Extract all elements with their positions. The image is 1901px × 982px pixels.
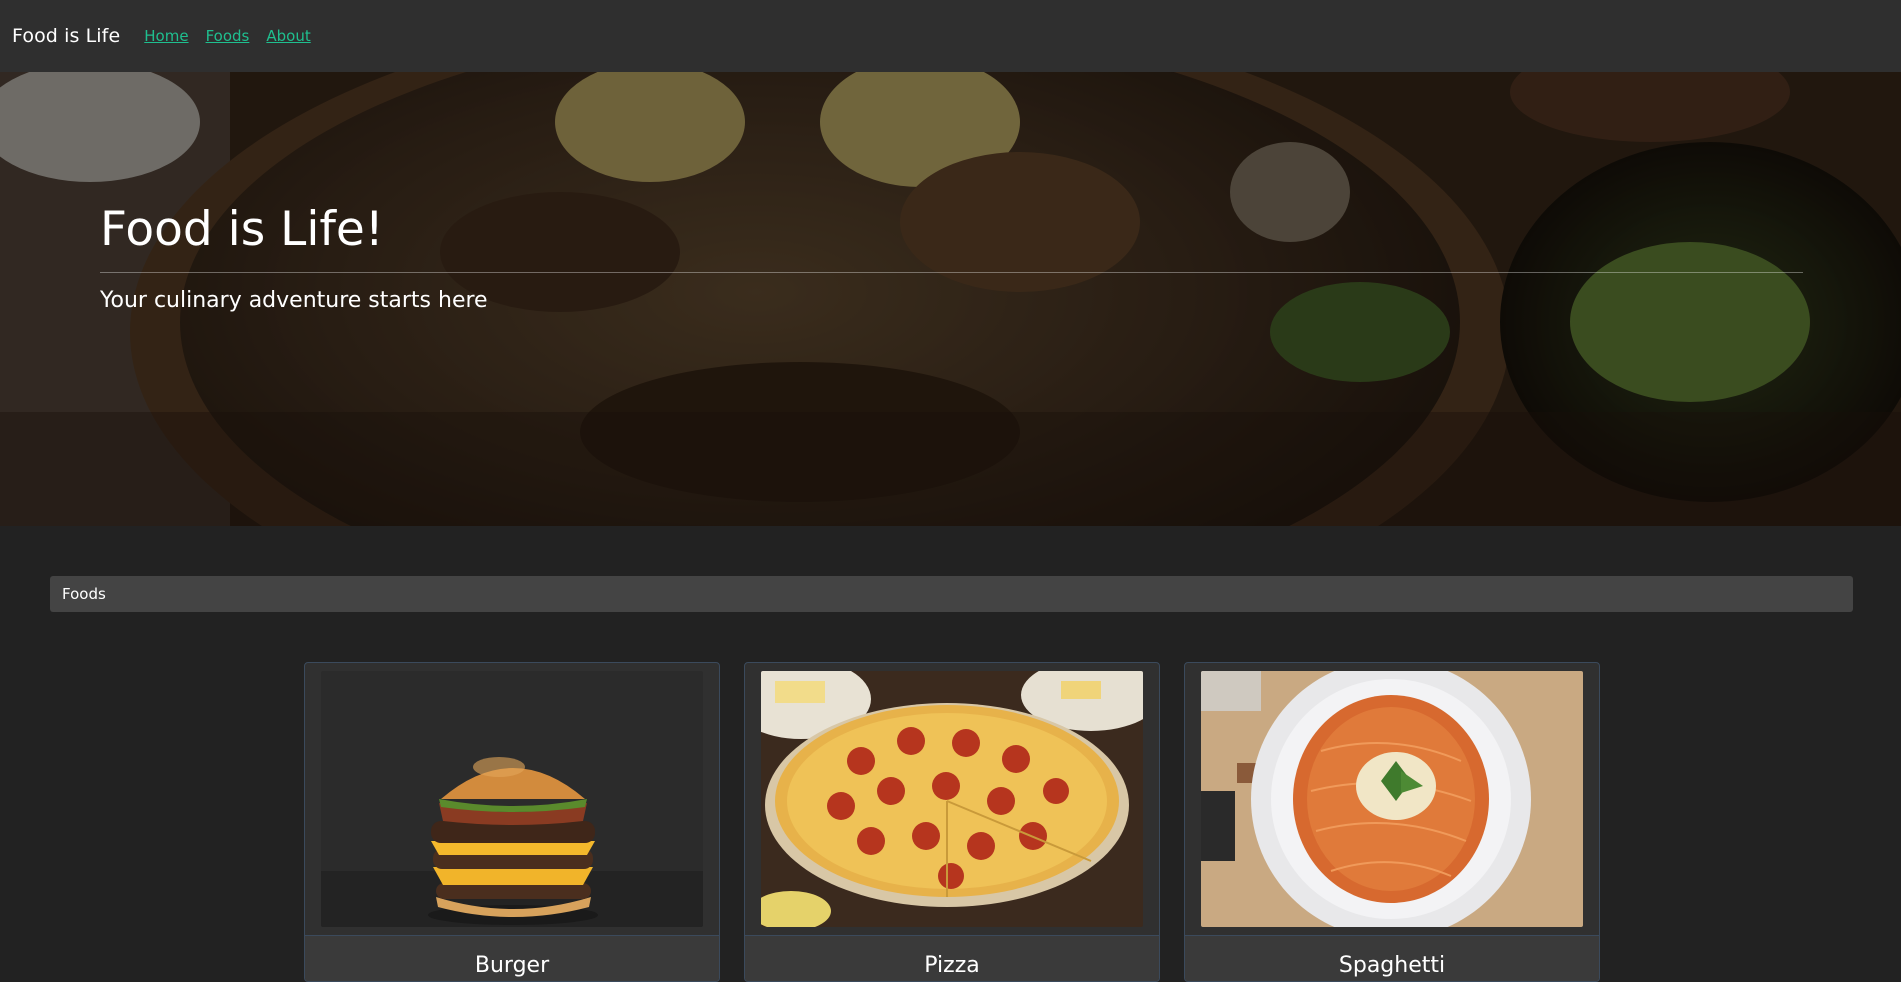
- food-card-title: Burger: [474, 953, 550, 978]
- burger-image: [321, 671, 703, 927]
- breadcrumb: Foods: [50, 576, 1853, 612]
- hero-title: Food is Life!: [100, 202, 384, 257]
- nav-links: Home Foods About: [144, 27, 310, 45]
- spaghetti-image: [1201, 671, 1583, 927]
- hero-divider: [100, 272, 1803, 273]
- nav-link-home[interactable]: Home: [144, 27, 188, 45]
- navbar: Food is Life Home Foods About: [0, 0, 1901, 72]
- food-card-title: Pizza: [924, 953, 980, 978]
- breadcrumb-item-foods: Foods: [62, 585, 106, 603]
- food-card-title: Spaghetti: [1338, 953, 1446, 978]
- food-card-spaghetti[interactable]: Spaghetti: [1184, 662, 1600, 982]
- nav-link-about[interactable]: About: [266, 27, 310, 45]
- hero-subtitle: Your culinary adventure starts here: [100, 288, 488, 313]
- nav-link-foods[interactable]: Foods: [206, 27, 250, 45]
- brand-logo[interactable]: Food is Life: [12, 25, 120, 47]
- hero-banner: Food is Life! Your culinary adventure st…: [0, 72, 1901, 526]
- food-card-burger[interactable]: Burger: [304, 662, 720, 982]
- food-card-pizza[interactable]: Pizza: [744, 662, 1160, 982]
- pizza-image: [761, 671, 1143, 927]
